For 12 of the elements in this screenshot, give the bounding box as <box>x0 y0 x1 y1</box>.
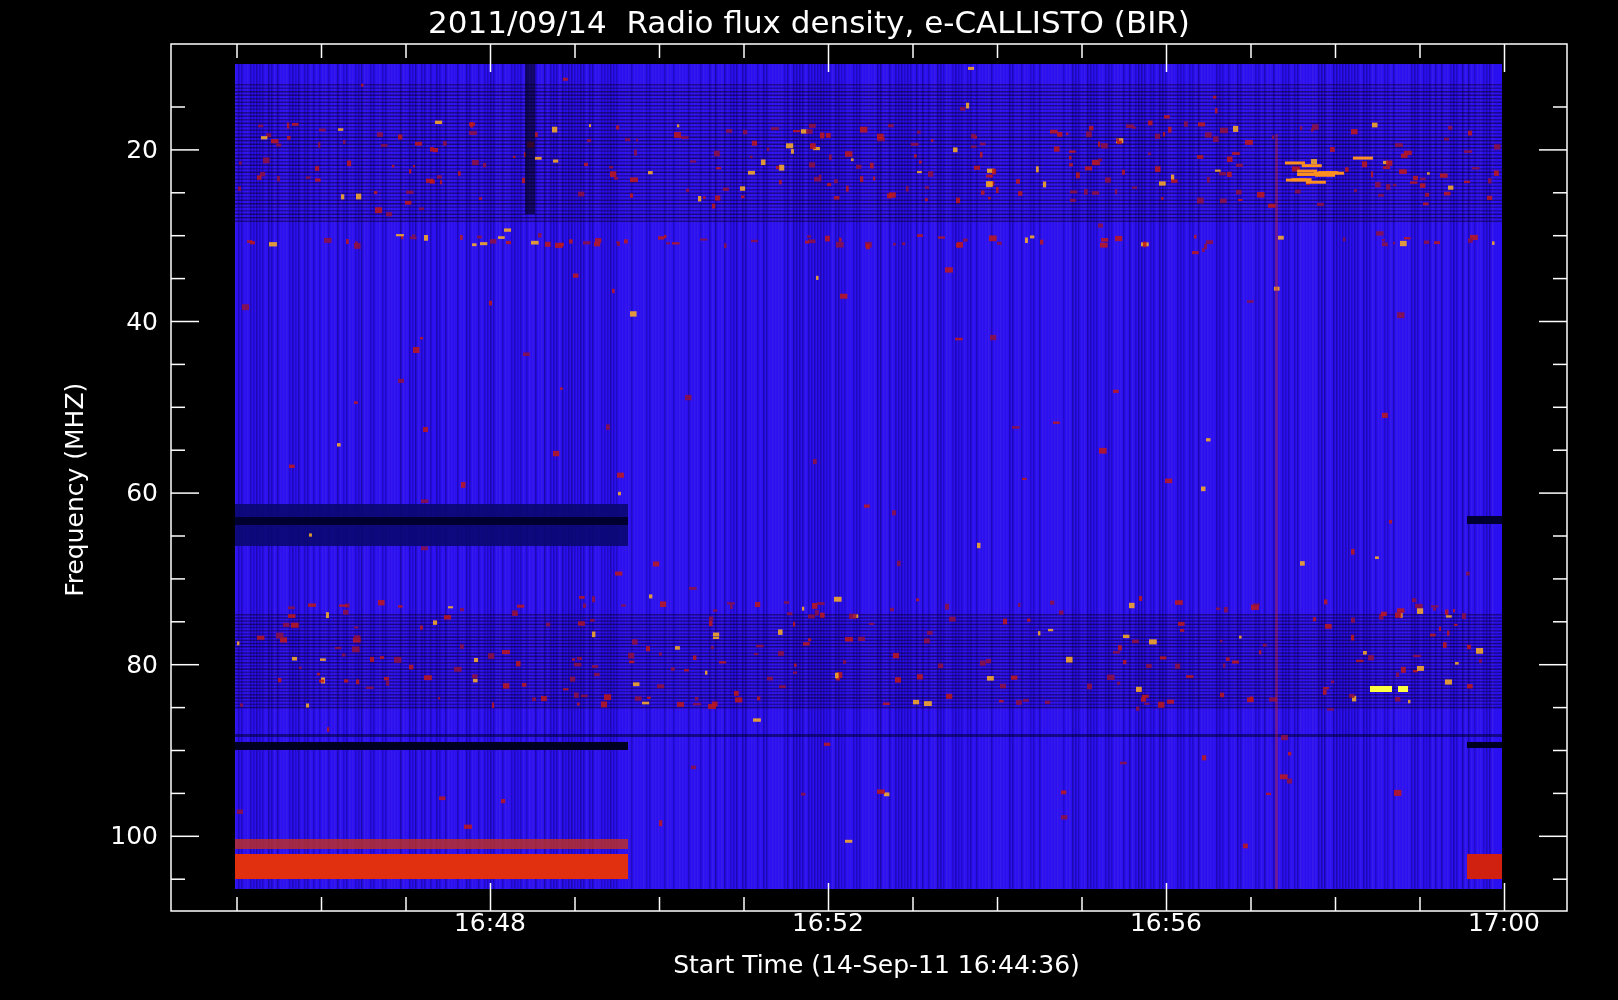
x-tick-label: 16:48 <box>452 908 527 938</box>
y-axis-label: Frequency (MHZ) <box>59 382 91 598</box>
x-tick-label: 16:52 <box>790 908 865 938</box>
x-axis-label: Start Time (14-Sep-11 16:44:36) <box>672 949 1081 981</box>
y-tick-label: 80 <box>126 650 158 679</box>
y-tick-label: 100 <box>110 822 158 850</box>
plot-title: 2011/09/14 Radio flux density, e-CALLISTO (BIR) <box>427 3 1191 42</box>
y-tick-label: 40 <box>126 307 158 336</box>
x-tick-label: 16:56 <box>1128 908 1203 938</box>
x-tick-label: 17:00 <box>1466 908 1541 938</box>
y-tick-label: 60 <box>126 479 158 507</box>
y-tick-label: 20 <box>126 136 158 164</box>
